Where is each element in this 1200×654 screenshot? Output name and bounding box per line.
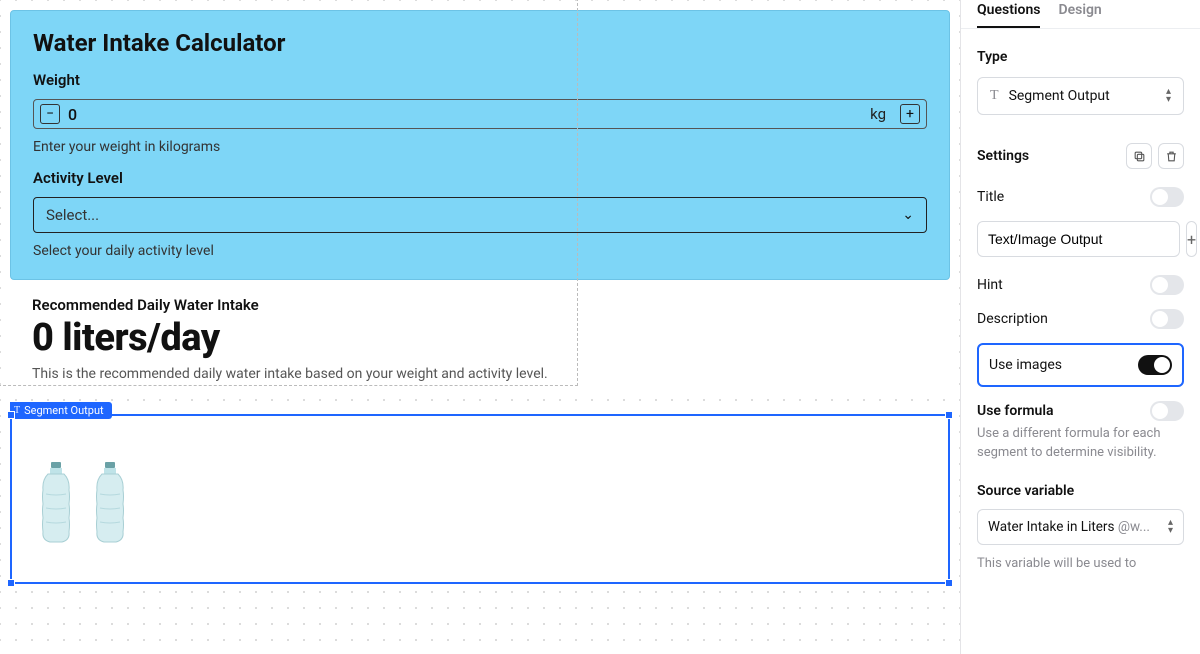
delete-button[interactable] <box>1158 143 1184 169</box>
weight-value[interactable]: 0 <box>68 105 862 124</box>
calculator-card: Water Intake Calculator Weight − 0 kg + … <box>10 10 950 280</box>
weight-decrement[interactable]: − <box>40 104 60 124</box>
resize-handle-tl[interactable] <box>7 411 15 419</box>
description-toggle[interactable] <box>1150 309 1184 329</box>
title-toggle[interactable] <box>1150 187 1184 207</box>
tab-design[interactable]: Design <box>1058 2 1101 28</box>
use-formula-toggle[interactable] <box>1150 401 1184 421</box>
hint-toggle[interactable] <box>1150 275 1184 295</box>
title-input[interactable] <box>977 221 1180 257</box>
card-title: Water Intake Calculator <box>33 29 927 57</box>
updown-icon: ▴▾ <box>1168 519 1173 535</box>
use-images-label: Use images <box>989 357 1062 373</box>
activity-label: Activity Level <box>33 169 927 187</box>
weight-hint: Enter your weight in kilograms <box>33 139 927 155</box>
output-value: 0 liters/day <box>32 318 928 360</box>
weight-unit: kg <box>870 105 886 123</box>
divider <box>961 28 1200 29</box>
resize-handle-tr[interactable] <box>945 411 953 419</box>
type-select[interactable]: T Segment Output ▴▾ <box>977 77 1184 115</box>
activity-select[interactable]: Select... ⌄ <box>33 197 927 233</box>
segment-tag-label: Segment Output <box>24 404 104 417</box>
type-value: Segment Output <box>1009 88 1110 104</box>
chevron-down-icon: ⌄ <box>902 207 914 223</box>
properties-sidebar: Questions Design Type T Segment Output ▴… <box>960 0 1200 654</box>
use-formula-hint: Use a different formula for each segment… <box>977 425 1184 463</box>
type-label: Type <box>977 49 1184 65</box>
duplicate-button[interactable] <box>1126 143 1152 169</box>
segment-tag: T Segment Output <box>10 402 112 419</box>
bottles-row <box>36 462 924 544</box>
canvas[interactable]: Water Intake Calculator Weight − 0 kg + … <box>0 0 960 654</box>
weight-label: Weight <box>33 71 927 89</box>
output-card: Recommended Daily Water Intake 0 liters/… <box>10 280 950 398</box>
use-formula-label: Use formula <box>977 403 1053 419</box>
use-images-toggle[interactable] <box>1138 355 1172 375</box>
source-variable-at: @w... <box>1118 519 1150 535</box>
resize-handle-bl[interactable] <box>7 579 15 587</box>
title-setting-label: Title <box>977 189 1004 205</box>
description-setting-label: Description <box>977 311 1048 327</box>
add-title-button[interactable]: + <box>1186 221 1197 257</box>
source-variable-label: Source variable <box>977 483 1184 499</box>
source-variable-hint: This variable will be used to <box>977 555 1184 574</box>
tab-questions[interactable]: Questions <box>977 2 1040 28</box>
sidebar-tabs: Questions Design <box>977 0 1184 28</box>
hint-setting-label: Hint <box>977 277 1003 293</box>
type-icon: T <box>990 88 999 104</box>
source-variable-value: Water Intake in Liters <box>988 519 1114 535</box>
activity-placeholder: Select... <box>46 206 99 224</box>
resize-handle-br[interactable] <box>945 579 953 587</box>
source-variable-select[interactable]: Water Intake in Liters @w... ▴▾ <box>977 509 1184 545</box>
settings-label: Settings <box>977 148 1029 164</box>
water-bottle-icon <box>90 462 130 544</box>
segment-output-element[interactable]: T Segment Output <box>10 414 950 584</box>
weight-increment[interactable]: + <box>900 104 920 124</box>
output-hint: This is the recommended daily water inta… <box>32 366 928 382</box>
water-bottle-icon <box>36 462 76 544</box>
use-images-setting[interactable]: Use images <box>977 343 1184 387</box>
updown-icon: ▴▾ <box>1166 88 1171 104</box>
activity-hint: Select your daily activity level <box>33 243 927 259</box>
output-label: Recommended Daily Water Intake <box>32 296 928 314</box>
weight-input[interactable]: − 0 kg + <box>33 99 927 129</box>
